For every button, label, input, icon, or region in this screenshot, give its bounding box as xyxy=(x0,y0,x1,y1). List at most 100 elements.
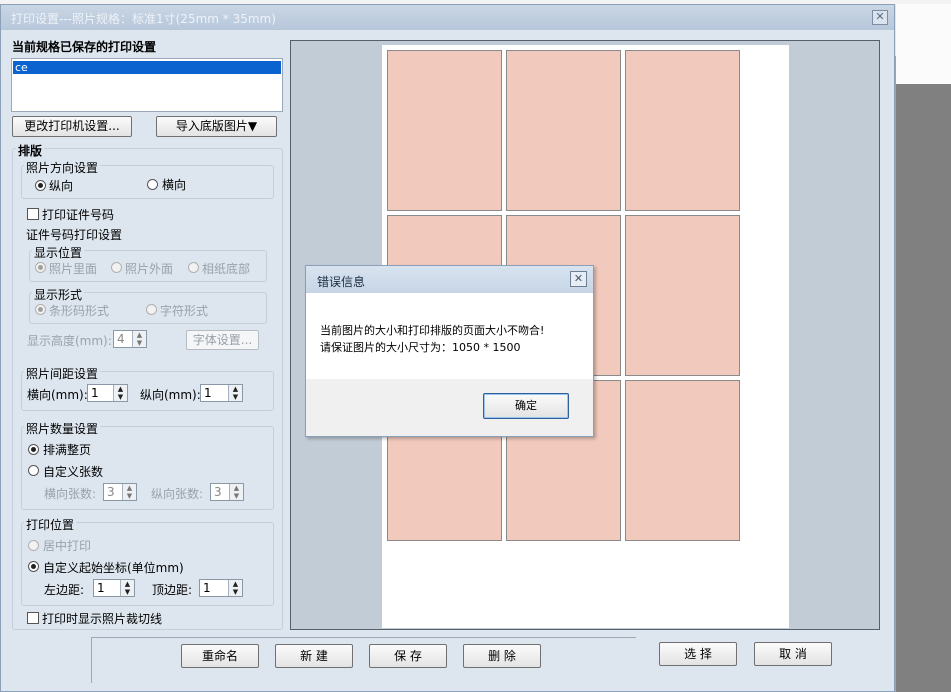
stepper-down-icon[interactable]: ▼ xyxy=(114,393,127,401)
left-margin-value: 1 xyxy=(97,581,105,595)
custom-origin-radio[interactable] xyxy=(28,561,39,572)
close-icon[interactable]: ✕ xyxy=(872,10,888,25)
h-count-label: 横向张数: xyxy=(44,487,97,501)
stepper-down-icon[interactable]: ▼ xyxy=(230,492,243,500)
layout-heading: 排版 xyxy=(16,142,45,159)
id-format-label: 显示形式 xyxy=(32,286,85,303)
h-count-value: 3 xyxy=(107,485,115,499)
photo-slot xyxy=(625,50,740,211)
stepper-up-icon[interactable]: ▲ xyxy=(123,484,136,492)
portrait-label: 纵向 xyxy=(49,179,74,193)
center-print-radio[interactable] xyxy=(28,540,39,551)
format-barcode-label: 条形码形式 xyxy=(49,304,110,318)
ok-label: 确定 xyxy=(515,399,537,412)
window-title: 打印设置---照片规格：标准1寸(25mm * 35mm) xyxy=(11,12,276,26)
v-count-stepper[interactable]: 3 ▲ ▼ xyxy=(210,483,244,501)
title-bar[interactable]: 打印设置---照片规格：标准1寸(25mm * 35mm) ✕ xyxy=(1,5,894,30)
stepper-up-icon[interactable]: ▲ xyxy=(133,331,146,339)
format-barcode-radio[interactable] xyxy=(35,304,46,315)
background-app-area xyxy=(896,84,951,692)
print-position-label: 打印位置 xyxy=(24,516,77,533)
error-dialog-body: 当前图片的大小和打印排版的页面大小不吻合! 请保证图片的大小尺寸为：1050 *… xyxy=(306,293,593,379)
count-label: 照片数量设置 xyxy=(24,420,101,437)
print-id-label: 打印证件号码 xyxy=(42,208,115,222)
rename-label: 重命名 xyxy=(201,649,238,663)
spacing-vertical-value: 1 xyxy=(204,386,212,400)
ok-button[interactable]: 确定 xyxy=(483,393,569,419)
stepper-up-icon[interactable]: ▲ xyxy=(229,580,242,588)
spacing-vertical-stepper[interactable]: 1 ▲ ▼ xyxy=(200,384,243,402)
print-id-checkbox[interactable] xyxy=(27,208,39,220)
select-label: 选 择 xyxy=(684,647,712,661)
position-bottom-radio[interactable] xyxy=(188,262,199,273)
top-margin-stepper[interactable]: 1 ▲ ▼ xyxy=(199,579,243,597)
h-count-stepper[interactable]: 3 ▲ ▼ xyxy=(103,483,137,501)
fill-page-label: 排满整页 xyxy=(43,443,92,457)
stepper-down-icon[interactable]: ▼ xyxy=(229,588,242,596)
id-settings-label: 证件号码打印设置 xyxy=(26,228,123,242)
spacing-horizontal-label: 横向(mm): xyxy=(27,388,88,402)
landscape-radio[interactable] xyxy=(147,179,158,190)
left-margin-label: 左边距: xyxy=(44,583,85,597)
spacing-label: 照片间距设置 xyxy=(24,365,101,382)
font-settings-button[interactable]: 字体设置... xyxy=(186,330,259,350)
photo-slot xyxy=(506,50,621,211)
portrait-radio[interactable] xyxy=(35,180,46,191)
import-base-label: 导入底版图片▼ xyxy=(175,119,258,133)
format-text-label: 字符形式 xyxy=(160,304,209,318)
stepper-down-icon[interactable]: ▼ xyxy=(229,393,242,401)
cancel-button[interactable]: 取 消 xyxy=(754,642,832,666)
position-outside-label: 照片外面 xyxy=(125,262,174,276)
stepper-down-icon[interactable]: ▼ xyxy=(121,588,134,596)
id-height-label: 显示高度(mm): xyxy=(27,334,112,348)
import-base-image-button[interactable]: 导入底版图片▼ xyxy=(156,116,277,137)
stepper-down-icon[interactable]: ▼ xyxy=(123,492,136,500)
custom-origin-label: 自定义起始坐标(单位mm) xyxy=(43,561,184,575)
error-dialog-title: 错误信息 xyxy=(317,275,366,289)
font-settings-label: 字体设置... xyxy=(192,333,253,347)
delete-button[interactable]: 删 除 xyxy=(463,644,541,668)
id-height-stepper[interactable]: 4 ▲ ▼ xyxy=(113,330,147,348)
delete-label: 删 除 xyxy=(488,649,516,663)
photo-slot xyxy=(387,50,502,211)
position-inside-radio[interactable] xyxy=(35,262,46,273)
spacing-vertical-label: 纵向(mm): xyxy=(140,388,201,402)
list-item[interactable]: ce xyxy=(13,61,281,74)
spacing-horizontal-stepper[interactable]: 1 ▲ ▼ xyxy=(87,384,128,402)
custom-count-label: 自定义张数 xyxy=(43,465,104,479)
landscape-label: 横向 xyxy=(162,178,187,192)
format-text-radio[interactable] xyxy=(146,304,157,315)
photo-slot xyxy=(625,380,740,541)
new-button[interactable]: 新 建 xyxy=(275,644,353,668)
stepper-up-icon[interactable]: ▲ xyxy=(121,580,134,588)
custom-count-radio[interactable] xyxy=(28,465,39,476)
position-outside-radio[interactable] xyxy=(111,262,122,273)
error-dialog-title-bar[interactable]: 错误信息 ✕ xyxy=(306,266,593,293)
spacing-horizontal-value: 1 xyxy=(91,386,99,400)
v-count-value: 3 xyxy=(214,485,222,499)
error-dialog: 错误信息 ✕ 当前图片的大小和打印排版的页面大小不吻合! 请保证图片的大小尺寸为… xyxy=(305,265,594,437)
cut-lines-label: 打印时显示照片裁切线 xyxy=(42,612,163,626)
position-bottom-label: 相纸底部 xyxy=(202,262,251,276)
save-button[interactable]: 保 存 xyxy=(369,644,447,668)
orientation-label: 照片方向设置 xyxy=(24,159,101,176)
printer-settings-button[interactable]: 更改打印机设置... xyxy=(12,116,132,137)
saved-settings-list[interactable]: ce xyxy=(11,58,283,112)
select-button[interactable]: 选 择 xyxy=(659,642,737,666)
close-icon[interactable]: ✕ xyxy=(570,271,587,287)
stepper-up-icon[interactable]: ▲ xyxy=(114,385,127,393)
left-margin-stepper[interactable]: 1 ▲ ▼ xyxy=(93,579,135,597)
cut-lines-checkbox[interactable] xyxy=(27,612,39,624)
saved-settings-heading: 当前规格已保存的打印设置 xyxy=(12,40,157,54)
stepper-down-icon[interactable]: ▼ xyxy=(133,339,146,347)
background-app-panel xyxy=(896,4,951,84)
bottom-button-panel xyxy=(91,637,636,683)
v-count-label: 纵向张数: xyxy=(151,487,204,501)
stepper-up-icon[interactable]: ▲ xyxy=(229,385,242,393)
error-message-line1: 当前图片的大小和打印排版的页面大小不吻合! xyxy=(320,324,545,337)
new-label: 新 建 xyxy=(300,649,328,663)
fill-page-radio[interactable] xyxy=(28,444,39,455)
printer-settings-label: 更改打印机设置... xyxy=(24,119,120,133)
stepper-up-icon[interactable]: ▲ xyxy=(230,484,243,492)
rename-button[interactable]: 重命名 xyxy=(181,644,259,668)
